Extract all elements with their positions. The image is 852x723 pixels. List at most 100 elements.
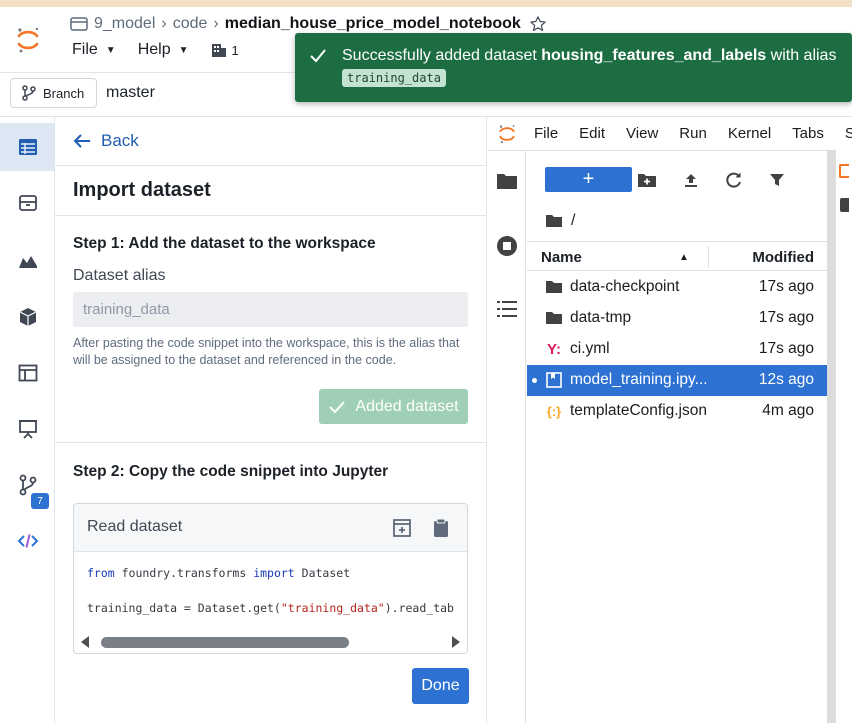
header-menu-bar: File ▼ Help ▼ 1 <box>72 41 261 59</box>
toast-message: Successfully added dataset housing_featu… <box>342 45 836 89</box>
file-row-data-checkpoint[interactable]: data-checkpoint 17s ago <box>527 272 827 303</box>
code-string: "training_data" <box>280 601 385 615</box>
file-row-ci-yml[interactable]: Y: ci.yml 17s ago <box>527 334 827 365</box>
notebook-tab-icon[interactable] <box>839 164 849 178</box>
toast-alias-chip: training_data <box>342 69 446 87</box>
rail-item-code[interactable] <box>0 517 55 565</box>
jupyter-menu-kernel[interactable]: Kernel <box>728 125 771 142</box>
panel-divider-scrollbar[interactable] <box>827 150 835 723</box>
cube-icon <box>19 308 36 326</box>
rail-item-chart[interactable] <box>0 237 55 285</box>
file-browser: + / Name ▲ Modified data-checkpoint 17s … <box>527 151 827 723</box>
breadcrumb-separator-icon: › <box>161 15 167 32</box>
dataset-alias-label: Dataset alias <box>73 267 166 284</box>
refresh-icon[interactable] <box>723 169 745 191</box>
check-icon <box>328 400 346 414</box>
file-row-template-config[interactable]: {:} templateConfig.json 4m ago <box>527 396 827 427</box>
breadcrumb-folder[interactable]: code <box>173 15 208 33</box>
jupyter-menu-file[interactable]: File <box>534 125 558 142</box>
branch-name[interactable]: master <box>106 84 155 102</box>
code-icon <box>17 534 38 548</box>
rail-item-archive[interactable] <box>0 179 55 227</box>
new-folder-icon[interactable] <box>636 169 658 191</box>
dataset-alias-field: training_data <box>73 292 468 327</box>
divider <box>55 165 487 166</box>
folder-icon <box>545 309 563 327</box>
upload-icon[interactable] <box>680 169 702 191</box>
file-list-header: Name ▲ Modified <box>527 241 827 271</box>
jupyter-menu-bar: File Edit View Run Kernel Tabs S <box>488 117 852 151</box>
code-horizontal-scrollbar[interactable] <box>74 630 467 653</box>
top-accent-bar <box>0 0 852 7</box>
file-menu[interactable]: File ▼ <box>72 41 116 59</box>
notebook-icon <box>545 371 563 389</box>
toast-text: with alias <box>766 47 837 64</box>
scroll-right-icon[interactable] <box>451 635 461 649</box>
clipboard-icon[interactable] <box>430 516 452 540</box>
success-toast: Successfully added dataset housing_featu… <box>295 33 852 102</box>
file-modified: 17s ago <box>758 309 814 326</box>
column-divider[interactable] <box>708 246 709 268</box>
git-branch-icon <box>21 85 37 101</box>
toast-text: Successfully added dataset <box>342 47 542 64</box>
file-row-data-tmp[interactable]: data-tmp 17s ago <box>527 303 827 334</box>
file-modified: 12s ago <box>758 371 814 388</box>
panel-title: Import dataset <box>73 179 211 201</box>
filter-icon[interactable] <box>766 169 788 191</box>
archive-icon <box>18 195 37 211</box>
app-logo-icon[interactable] <box>0 7 55 73</box>
presentation-icon <box>18 420 37 439</box>
toast-dataset-name: housing_features_and_labels <box>541 47 767 64</box>
breadcrumb-project[interactable]: 9_model <box>94 15 155 33</box>
table-of-contents-icon[interactable] <box>497 300 517 318</box>
jupyter-menu-settings[interactable]: S <box>845 125 852 142</box>
notebook-tab-strip <box>835 150 852 723</box>
code-text: training_data = Dataset.get( <box>87 601 281 615</box>
rail-item-cube[interactable] <box>0 293 55 341</box>
rail-item-import[interactable] <box>0 123 55 171</box>
page-title: median_house_price_model_notebook <box>224 15 521 32</box>
stop-circle-icon[interactable] <box>496 235 518 257</box>
file-row-model-training[interactable]: model_training.ipy... 12s ago <box>527 365 827 396</box>
import-dataset-panel: Back Import dataset Step 1: Add the data… <box>55 117 487 723</box>
code-text: foundry.transforms <box>114 566 254 580</box>
jupyter-menu-view[interactable]: View <box>626 125 658 142</box>
rail-item-presentation[interactable] <box>0 405 55 453</box>
jupyter-menu-tabs[interactable]: Tabs <box>792 125 824 142</box>
help-menu[interactable]: Help ▼ <box>138 41 189 59</box>
file-name: data-tmp <box>570 309 632 326</box>
insert-cell-icon[interactable] <box>391 516 413 540</box>
caret-down-icon: ▼ <box>178 44 189 56</box>
column-modified[interactable]: Modified <box>752 249 814 266</box>
branch-button[interactable]: Branch <box>10 78 97 108</box>
table-icon <box>18 139 37 155</box>
save-icon[interactable] <box>840 198 849 212</box>
done-button[interactable]: Done <box>412 668 469 704</box>
rail-item-layout[interactable] <box>0 349 55 397</box>
caret-down-icon: ▼ <box>105 44 116 56</box>
notebook-file-icon <box>70 17 88 31</box>
file-browser-path[interactable]: / <box>545 212 575 230</box>
new-launcher-button[interactable]: + <box>545 167 632 192</box>
breadcrumb-separator-icon: › <box>213 15 219 32</box>
jupyter-menu-run[interactable]: Run <box>679 125 707 142</box>
folder-icon[interactable] <box>496 172 518 190</box>
file-modified: 17s ago <box>758 340 814 357</box>
resources-indicator[interactable]: 1 <box>211 42 239 58</box>
jupyter-menu-edit[interactable]: Edit <box>579 125 605 142</box>
path-text: / <box>571 212 576 229</box>
sort-ascending-icon[interactable]: ▲ <box>679 252 689 263</box>
scroll-left-icon[interactable] <box>80 635 90 649</box>
scrollbar-thumb[interactable] <box>101 637 349 648</box>
star-icon[interactable] <box>529 15 547 33</box>
running-indicator-icon <box>532 378 537 383</box>
back-button[interactable]: Back <box>73 131 139 151</box>
arrow-left-icon <box>73 133 91 149</box>
left-rail: 7 <box>0 117 55 723</box>
area-chart-icon <box>18 256 37 268</box>
json-icon: {:} <box>546 403 562 419</box>
column-name[interactable]: Name <box>541 249 582 266</box>
yaml-icon: Y: <box>547 340 561 358</box>
jupyter-logo-icon <box>496 123 518 145</box>
jupyter-lab: File Edit View Run Kernel Tabs S + / Nam… <box>488 117 852 723</box>
